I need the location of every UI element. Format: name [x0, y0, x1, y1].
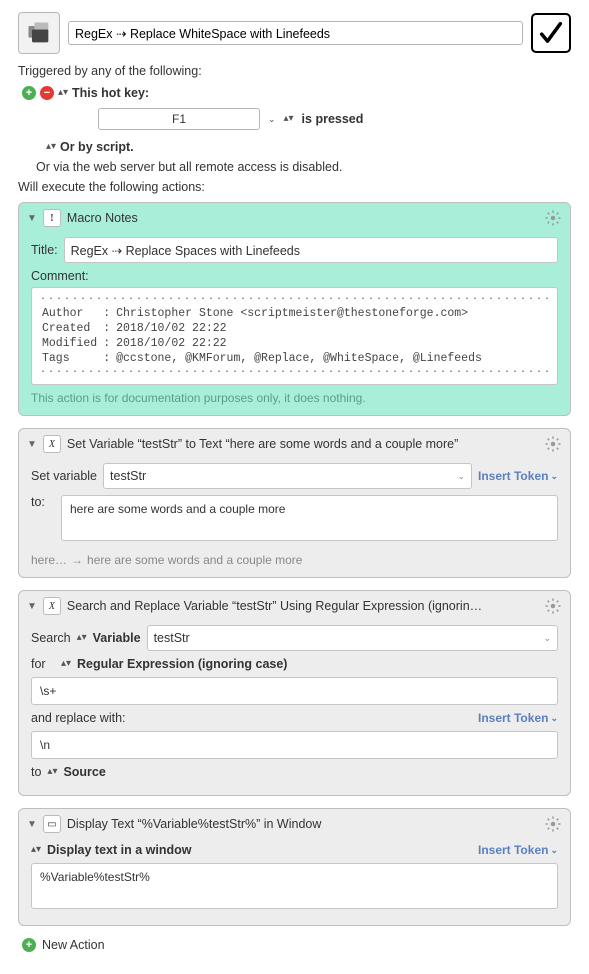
- disclosure-icon[interactable]: ▼: [27, 213, 37, 224]
- doc-note: This action is for documentation purpose…: [31, 391, 558, 405]
- variable-icon: X: [43, 597, 61, 615]
- enabled-checkbox[interactable]: [531, 13, 571, 53]
- title-label: Title:: [31, 243, 58, 257]
- dest-label: Source: [63, 765, 105, 779]
- action-display-text: ▼ ▭ Display Text “%Variable%testStr%” in…: [18, 808, 571, 926]
- replacement-field[interactable]: \n: [31, 731, 558, 759]
- display-value-field[interactable]: %Variable%testStr%: [31, 863, 558, 909]
- insert-token-button[interactable]: Insert Token⌄: [478, 711, 558, 725]
- action-search-replace: ▼ X Search and Replace Variable “testStr…: [18, 590, 571, 796]
- search-var-field[interactable]: testStr⌄: [147, 625, 558, 651]
- setvar-label: Set variable: [31, 469, 97, 483]
- hotkey-dropdown-icon[interactable]: ⌄: [268, 114, 276, 125]
- search-target: Variable: [93, 631, 141, 645]
- gear-icon[interactable]: [544, 815, 562, 833]
- preview-left: here…: [31, 553, 67, 567]
- mode-stepper[interactable]: ▴▾: [61, 660, 71, 668]
- replace-label: and replace with:: [31, 711, 126, 725]
- triggers-heading: Triggered by any of the following:: [18, 64, 571, 78]
- gear-icon[interactable]: [544, 597, 562, 615]
- title-field[interactable]: RegEx ⇢ Replace Spaces with Linefeeds: [64, 237, 558, 263]
- display-mode-stepper[interactable]: ▴▾: [31, 846, 41, 854]
- disclosure-icon[interactable]: ▼: [27, 601, 37, 612]
- gear-icon[interactable]: [544, 209, 562, 227]
- gear-icon[interactable]: [544, 435, 562, 453]
- for-label: for: [31, 657, 55, 671]
- search-target-stepper[interactable]: ▴▾: [77, 634, 87, 642]
- action-macro-notes: ▼ ! Macro Notes Title: RegEx ⇢ Replace S…: [18, 202, 571, 416]
- action-title: Set Variable “testStr” to Text “here are…: [67, 437, 458, 451]
- script-stepper[interactable]: ▴▾: [46, 143, 56, 151]
- action-title: Display Text “%Variable%testStr%” in Win…: [67, 817, 322, 831]
- insert-token-button[interactable]: Insert Token⌄: [478, 843, 558, 857]
- hotkey-trigger-label: This hot key:: [72, 86, 149, 100]
- comment-field[interactable]: ········································…: [31, 287, 558, 385]
- macro-icon: [18, 12, 60, 54]
- hotkey-input[interactable]: F1: [98, 108, 260, 130]
- window-icon: ▭: [43, 815, 61, 833]
- new-action-button[interactable]: +: [22, 938, 36, 952]
- preview-right: here are some words and a couple more: [87, 553, 302, 567]
- value-field[interactable]: here are some words and a couple more: [61, 495, 558, 541]
- dest-stepper[interactable]: ▴▾: [47, 768, 57, 776]
- to-label: to:: [31, 495, 55, 509]
- remove-trigger-button[interactable]: −: [40, 86, 54, 100]
- macro-name-input[interactable]: [68, 21, 523, 45]
- comment-label: Comment:: [31, 269, 558, 283]
- hotkey-mode-label: is pressed: [302, 112, 364, 126]
- insert-token-button[interactable]: Insert Token⌄: [478, 469, 558, 483]
- script-trigger-label: Or by script.: [60, 140, 134, 154]
- disclosure-icon[interactable]: ▼: [27, 819, 37, 830]
- actions-heading: Will execute the following actions:: [18, 180, 571, 194]
- pattern-field[interactable]: \s+: [31, 677, 558, 705]
- note-icon: !: [43, 209, 61, 227]
- action-set-variable: ▼ X Set Variable “testStr” to Text “here…: [18, 428, 571, 578]
- search-mode: Regular Expression (ignoring case): [77, 657, 287, 671]
- disclosure-icon[interactable]: ▼: [27, 439, 37, 450]
- search-label: Search: [31, 631, 71, 645]
- trigger-stepper[interactable]: ▴▾: [58, 89, 68, 97]
- add-trigger-button[interactable]: +: [22, 86, 36, 100]
- new-action-label: New Action: [42, 938, 105, 952]
- hotkey-mode-stepper[interactable]: ▴▾: [284, 115, 294, 123]
- action-title: Search and Replace Variable “testStr” Us…: [67, 599, 482, 613]
- variable-name-field[interactable]: testStr⌄: [103, 463, 472, 489]
- display-mode: Display text in a window: [47, 843, 191, 857]
- variable-icon: X: [43, 435, 61, 453]
- action-title: Macro Notes: [67, 211, 138, 225]
- webserver-note: Or via the web server but all remote acc…: [36, 160, 571, 174]
- to-label: to: [31, 765, 41, 779]
